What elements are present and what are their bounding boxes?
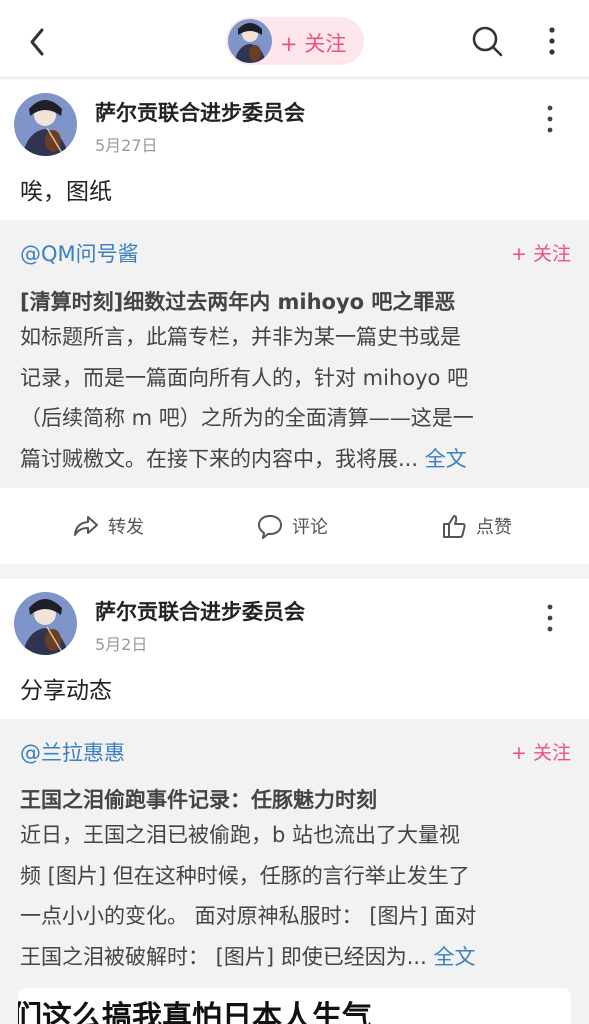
- comment-button[interactable]: 评论: [256, 510, 328, 542]
- top-navigation-bar: + 关注: [0, 0, 589, 78]
- post-card[interactable]: 萨尔贡联合进步委员会 5月27日 唉，图纸: [0, 80, 589, 220]
- back-icon[interactable]: [24, 26, 52, 58]
- body-line: 记录，而是一篇面向所有人的，针对 mihoyo 吧: [20, 365, 469, 390]
- follow-label: + 关注: [280, 32, 347, 56]
- quoted-post[interactable]: @兰拉惠惠 + 关注 王国之泪偷跑事件记录：任豚魅力时刻 近日，王国之泪已被偷跑…: [0, 719, 589, 1024]
- comment-icon: [258, 515, 282, 539]
- post-text: 分享动态: [20, 678, 112, 704]
- comment-label: 评论: [292, 517, 328, 538]
- full-text-link[interactable]: 全文: [433, 945, 475, 969]
- more-icon[interactable]: [538, 102, 562, 136]
- body-line-last: 篇讨贼檄文。在接下来的内容中，我将展... 全文: [20, 439, 568, 480]
- author-name[interactable]: 萨尔贡联合进步委员会: [95, 97, 305, 127]
- post-date: 5月27日: [95, 136, 158, 155]
- action-bar: 转发 评论 点赞: [0, 488, 589, 564]
- body-line: 频 [图片] 但在这种时候，任豚的言行举止发生了: [20, 863, 470, 888]
- post-date: 5月2日: [95, 635, 148, 654]
- avatar[interactable]: [14, 93, 77, 156]
- body-line: 如标题所言，此篇专栏，并非为某一篇史书或是: [20, 325, 461, 349]
- post-text: 唉，图纸: [20, 179, 112, 205]
- search-icon[interactable]: [470, 24, 504, 58]
- more-icon[interactable]: [540, 24, 564, 58]
- avatar[interactable]: [14, 592, 77, 655]
- quoted-body: 如标题所言，此篇专栏，并非为某一篇史书或是 记录，而是一篇面向所有人的，针对 m…: [20, 317, 568, 479]
- embedded-image-card[interactable]: 们这么搞我真怕日本人生气: [18, 988, 571, 1024]
- embedded-image-text: 们这么搞我真怕日本人生气: [18, 1000, 372, 1024]
- quoted-post[interactable]: @QM问号酱 + 关注 [清算时刻]细数过去两年内 mihoyo 吧之罪恶 如标…: [0, 220, 589, 488]
- post-card[interactable]: 萨尔贡联合进步委员会 5月2日 分享动态: [0, 579, 589, 719]
- forward-icon: [74, 516, 98, 536]
- forward-label: 转发: [108, 517, 144, 538]
- more-icon[interactable]: [538, 601, 562, 635]
- body-line: （后续简称 m 吧）之所为的全面清算——这是一: [20, 406, 474, 430]
- follow-pill-button[interactable]: + 关注: [226, 17, 364, 65]
- forward-button[interactable]: 转发: [72, 510, 144, 542]
- body-line-last: 王国之泪被破解时： [图片] 即使已经因为... 全文: [20, 937, 568, 978]
- quoted-body: 近日，王国之泪已被偷跑，b 站也流出了大量视 频 [图片] 但在这种时候，任豚的…: [20, 815, 568, 977]
- full-text-link[interactable]: 全文: [425, 447, 467, 471]
- body-line: 近日，王国之泪已被偷跑，b 站也流出了大量视: [20, 823, 461, 847]
- quoted-title: 王国之泪偷跑事件记录：任豚魅力时刻: [20, 788, 377, 812]
- avatar: [228, 19, 272, 63]
- thumbs-up-icon: [443, 515, 466, 538]
- quoted-author[interactable]: @QM问号酱: [20, 238, 139, 268]
- like-label: 点赞: [476, 517, 512, 538]
- quoted-author[interactable]: @兰拉惠惠: [20, 737, 125, 767]
- body-line-text: 王国之泪被破解时： [图片] 即使已经因为...: [20, 944, 427, 969]
- body-line: 一点小小的变化。 面对原神私服时： [图片] 面对: [20, 904, 477, 928]
- author-name[interactable]: 萨尔贡联合进步委员会: [95, 596, 305, 626]
- body-line-text: 篇讨贼檄文。在接下来的内容中，我将展...: [20, 446, 419, 471]
- follow-button[interactable]: + 关注: [511, 239, 571, 266]
- like-button[interactable]: 点赞: [440, 510, 512, 542]
- follow-button[interactable]: + 关注: [511, 738, 571, 765]
- quoted-title: [清算时刻]细数过去两年内 mihoyo 吧之罪恶: [20, 290, 456, 314]
